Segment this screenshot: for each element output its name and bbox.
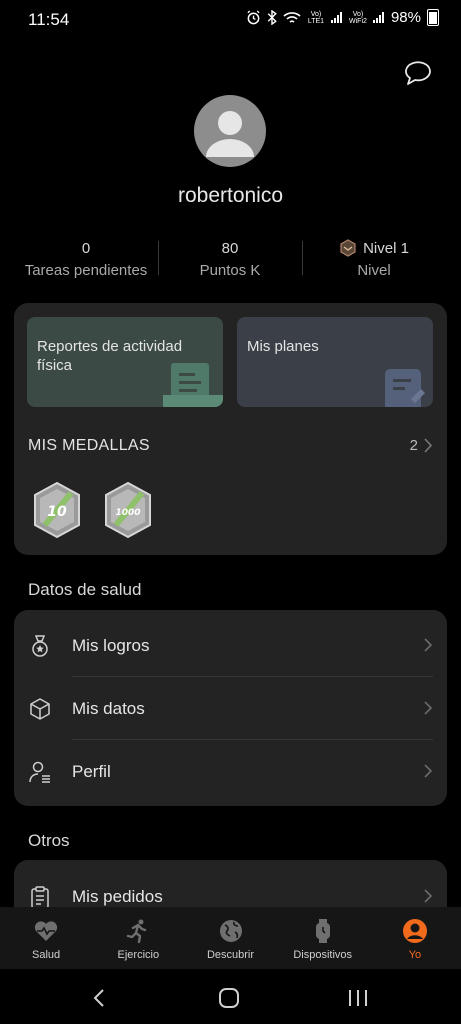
chevron-right-icon	[424, 701, 433, 715]
section-title-health: Datos de salud	[28, 580, 142, 599]
stat-label: Nivel	[357, 262, 391, 279]
health-list: Mis logros Mis datos Perfil	[14, 610, 447, 806]
volte1-label: Vo) LTE1	[307, 10, 325, 25]
my-plans-tile[interactable]: Mis planes	[237, 317, 433, 407]
tile-label: Mis planes	[247, 338, 319, 355]
chevron-right-icon	[424, 438, 433, 453]
stat-value: Nivel 1	[363, 239, 409, 257]
heart-icon	[34, 921, 58, 941]
stats-row: 0 Tareas pendientes 80 Puntos K Nivel 1 …	[14, 238, 446, 284]
battery-icon	[427, 9, 439, 26]
system-nav-bar	[0, 970, 461, 1024]
cube-icon	[30, 698, 50, 720]
stat-level[interactable]: Nivel 1 Nivel	[302, 238, 446, 284]
section-title-others: Otros	[28, 831, 70, 850]
stat-points[interactable]: 80 Puntos K	[158, 238, 302, 284]
back-icon[interactable]	[92, 988, 106, 1008]
report-icon	[163, 363, 223, 407]
wifi-icon	[283, 11, 301, 25]
stat-label: Puntos K	[199, 262, 261, 279]
plan-icon	[385, 369, 425, 407]
status-bar: 11:54 Vo) LTE1 Vo) WiFi2 98%	[0, 0, 461, 38]
medal-badge[interactable]: 10	[31, 481, 83, 539]
medals-title: MIS MEDALLAS	[28, 437, 150, 454]
message-icon[interactable]	[405, 58, 435, 86]
activity-card: Reportes de actividad física Mis planes …	[14, 303, 447, 555]
status-icons: Vo) LTE1 Vo) WiFi2 98%	[246, 9, 439, 26]
chevron-right-icon	[424, 889, 433, 903]
tab-exercise[interactable]: Ejercicio	[92, 907, 184, 969]
globe-icon	[219, 920, 242, 942]
bottom-tab-bar: Salud Ejercicio Descubrir Dispositivos Y…	[0, 907, 461, 969]
medals-count: 2	[409, 437, 418, 454]
list-item-my-data[interactable]: Mis datos	[14, 678, 447, 740]
tab-devices[interactable]: Dispositivos	[277, 907, 369, 969]
user-icon	[29, 761, 50, 783]
medal-badge[interactable]: 1000	[102, 481, 154, 539]
medal-icon	[32, 635, 48, 657]
tab-me[interactable]: Yo	[369, 907, 461, 969]
list-item-profile[interactable]: Perfil	[14, 741, 447, 803]
medal-label: 10	[47, 504, 67, 520]
signal-icon-2	[372, 11, 385, 24]
home-icon[interactable]	[218, 988, 240, 1008]
stat-value: 0	[81, 239, 91, 257]
list-item-label: Mis logros	[72, 636, 150, 655]
list-item-label: Perfil	[72, 762, 111, 781]
tab-label: Yo	[408, 949, 422, 961]
divider	[72, 739, 433, 740]
recents-icon[interactable]	[347, 988, 369, 1008]
list-item-achievements[interactable]: Mis logros	[14, 615, 447, 677]
clipboard-icon	[31, 886, 49, 909]
divider	[72, 676, 433, 677]
profile-icon	[402, 919, 427, 943]
tab-discover[interactable]: Descubrir	[184, 907, 276, 969]
stat-pending-tasks[interactable]: 0 Tareas pendientes	[14, 238, 158, 284]
chevron-right-icon	[424, 638, 433, 652]
alarm-icon	[246, 10, 261, 25]
level-badge-icon	[340, 239, 356, 257]
status-time: 11:54	[28, 10, 70, 29]
tab-label: Dispositivos	[293, 949, 353, 961]
list-item-label: Mis datos	[72, 699, 145, 718]
tab-label: Salud	[32, 949, 61, 961]
runner-icon	[127, 919, 147, 944]
stat-value: 80	[221, 239, 239, 257]
tab-label: Ejercicio	[117, 949, 160, 961]
tab-health[interactable]: Salud	[0, 907, 92, 969]
medals-count-link[interactable]: 2	[410, 437, 433, 454]
signal-icon	[330, 11, 343, 24]
activity-reports-tile[interactable]: Reportes de actividad física	[27, 317, 223, 407]
chevron-right-icon	[424, 764, 433, 778]
volte2-label: Vo) WiFi2	[349, 10, 367, 25]
avatar[interactable]	[194, 95, 266, 167]
battery-percent: 98%	[390, 9, 421, 26]
tab-label: Descubrir	[206, 949, 255, 961]
username[interactable]: robertonico	[0, 184, 461, 208]
medal-label: 1000	[115, 508, 140, 518]
stat-label: Tareas pendientes	[24, 262, 148, 279]
bluetooth-icon	[267, 10, 277, 25]
watch-icon	[315, 919, 330, 943]
